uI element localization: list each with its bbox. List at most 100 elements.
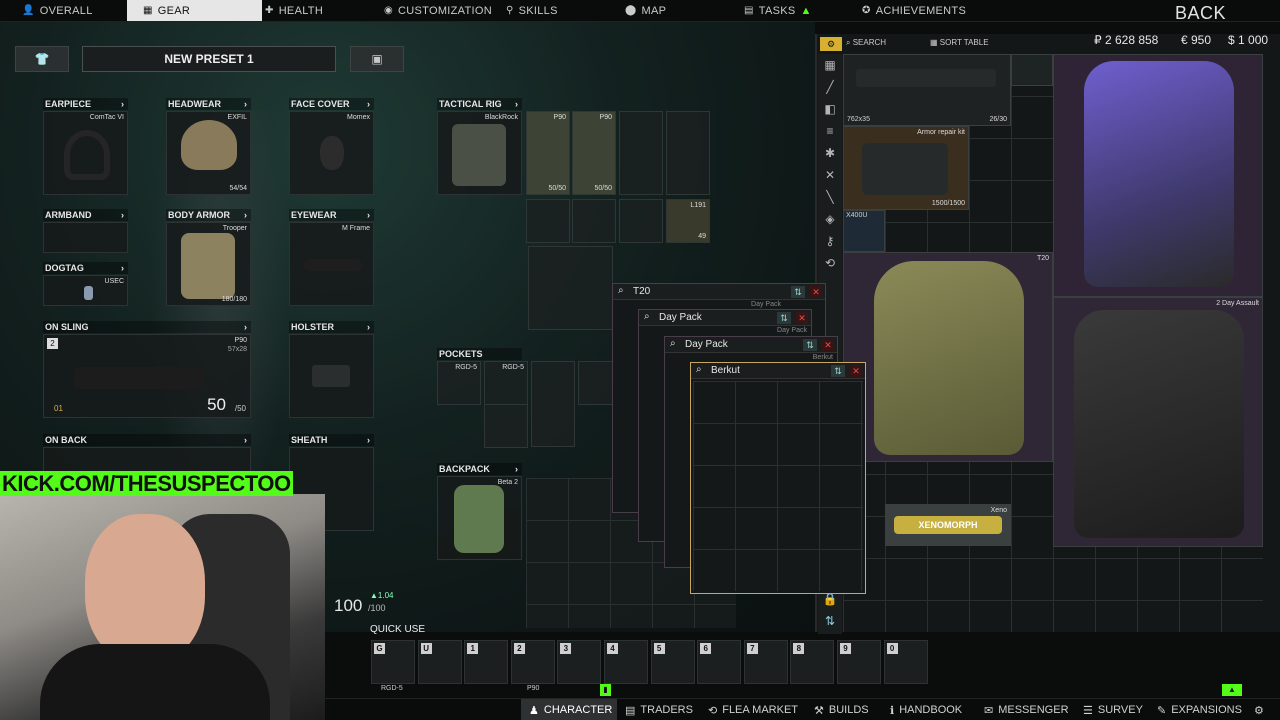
sort-button[interactable]: ⇅ xyxy=(777,312,791,324)
stash-item-armor-repair-kit[interactable]: Armor repair kit 1500/1500 xyxy=(843,126,969,210)
rig-item-p90-mag[interactable]: P90 50/50 xyxy=(526,111,570,195)
nav-builds[interactable]: ⚒ BUILDS xyxy=(814,699,869,720)
tab-gear[interactable]: ▦ GEAR xyxy=(127,0,262,21)
rig-cell[interactable] xyxy=(572,199,616,243)
chevron-right-icon[interactable]: › xyxy=(244,321,247,333)
close-button[interactable]: ✕ xyxy=(796,312,808,324)
sort-button[interactable]: ⇅ xyxy=(803,339,817,351)
knife-icon[interactable]: ╲ xyxy=(821,188,839,206)
chevron-right-icon[interactable]: › xyxy=(515,463,518,475)
nav-expansions[interactable]: ✎ EXPANSIONS xyxy=(1157,699,1242,720)
container-window-berkut[interactable]: ⌕ Berkut ⇅ ✕ xyxy=(690,362,866,594)
stash-item-2-day-assault[interactable]: 2 Day Assault xyxy=(1053,297,1263,547)
chevron-right-icon[interactable]: › xyxy=(121,98,124,110)
quick-slot[interactable]: 5 xyxy=(650,640,695,684)
quick-slot[interactable]: 9 xyxy=(837,640,881,684)
pocket-item-rgd5[interactable]: RGD-5 xyxy=(437,361,481,405)
pocket-item-rgd5[interactable]: RGD-5 xyxy=(484,361,528,405)
gear-item-icon[interactable]: ◧ xyxy=(821,100,839,118)
tab-achievements[interactable]: ✪ ACHIEVEMENTS xyxy=(862,0,972,21)
quick-slot[interactable]: U xyxy=(417,640,462,684)
close-button[interactable]: ✕ xyxy=(810,286,822,298)
back-button[interactable]: BACK xyxy=(1175,3,1226,24)
backpack-slot[interactable]: Beta 2 xyxy=(437,476,522,560)
armband-slot[interactable] xyxy=(43,222,128,253)
quick-slot[interactable]: 0 xyxy=(883,640,928,684)
quick-slot[interactable]: 4 xyxy=(604,640,648,684)
chevron-right-icon[interactable]: › xyxy=(244,434,247,446)
stash-item-backpack-purple[interactable] xyxy=(1053,54,1263,297)
quick-slot[interactable]: 8 xyxy=(790,640,835,684)
outfit-button[interactable]: 👕 xyxy=(15,46,69,72)
medical-icon[interactable]: ✱ xyxy=(821,144,839,162)
notification-icon[interactable]: ▲ xyxy=(1222,684,1242,696)
on-sling-slot[interactable]: 2 P90 57x28 01 50 /50 xyxy=(43,334,251,418)
quick-slot[interactable]: 2 xyxy=(510,640,555,684)
tab-health[interactable]: ✚ HEALTH xyxy=(265,0,345,21)
chevron-right-icon[interactable]: › xyxy=(367,209,370,221)
rig-cell[interactable] xyxy=(666,111,710,195)
quick-slot[interactable]: G xyxy=(371,640,415,684)
filter-icon[interactable]: ⚙ xyxy=(820,37,842,51)
tab-overall[interactable]: 👤 OVERALL xyxy=(22,0,112,21)
barter-icon[interactable]: ⟲ xyxy=(821,254,839,272)
nav-messenger[interactable]: ✉ MESSENGER xyxy=(984,699,1069,720)
chevron-right-icon[interactable]: › xyxy=(121,209,124,221)
quick-slot[interactable]: 1 xyxy=(464,640,509,684)
nav-handbook[interactable]: ℹ HANDBOOK xyxy=(890,699,962,720)
chevron-right-icon[interactable]: › xyxy=(244,209,247,221)
window-header[interactable]: ⌕ Berkut ⇅ ✕ xyxy=(691,363,865,379)
close-button[interactable]: ✕ xyxy=(822,339,834,351)
nav-survey[interactable]: ☰ SURVEY xyxy=(1083,699,1143,720)
ammo-icon[interactable]: ≡ xyxy=(821,122,839,140)
window-header[interactable]: ⌕ Day Pack ⇅ ✕ xyxy=(665,337,837,353)
sort-button[interactable]: ⇅ xyxy=(791,286,805,298)
dogtag-slot[interactable]: USEC xyxy=(43,275,128,306)
sort-button[interactable]: ⇅ xyxy=(831,365,845,377)
chevron-right-icon[interactable]: › xyxy=(244,98,247,110)
headwear-slot[interactable]: EXFIL 54/54 xyxy=(166,111,251,195)
sort-arrows-icon[interactable]: ⇅ xyxy=(821,612,839,630)
quick-slot[interactable]: 3 xyxy=(557,640,602,684)
tab-customization[interactable]: ◉ CUSTOMIZATION xyxy=(384,0,494,21)
body-armor-slot[interactable]: Trooper 180/180 xyxy=(166,222,251,306)
chevron-right-icon[interactable]: › xyxy=(515,98,518,110)
chevron-right-icon[interactable]: › xyxy=(367,321,370,333)
tactical-rig-slot[interactable]: BlackRock xyxy=(437,111,522,195)
rig-cell[interactable] xyxy=(528,246,613,330)
close-button[interactable]: ✕ xyxy=(850,365,862,377)
berkut-grid[interactable] xyxy=(693,381,863,591)
rig-cell[interactable] xyxy=(619,199,663,243)
nav-character[interactable]: ♟ CHARACTER xyxy=(521,699,617,720)
rig-item-p90-mag[interactable]: P90 50/50 xyxy=(572,111,616,195)
window-header[interactable]: ⌕ T20 ⇅ ✕ xyxy=(613,284,825,300)
tools-icon[interactable]: ✕ xyxy=(821,166,839,184)
earpiece-slot[interactable]: ComTac VI xyxy=(43,111,128,195)
chevron-right-icon[interactable]: › xyxy=(367,434,370,446)
stash-item-small[interactable] xyxy=(1011,54,1053,86)
preset-name[interactable]: NEW PRESET 1 xyxy=(82,46,336,72)
save-preset-button[interactable]: ▣ xyxy=(350,46,404,72)
rig-item-l191[interactable]: L191 49 xyxy=(666,199,710,243)
nav-flea-market[interactable]: ⟲ FLEA MARKET xyxy=(708,699,798,720)
stash-search-button[interactable]: ⌕ SEARCH xyxy=(846,38,886,48)
all-items-icon[interactable]: ▦ xyxy=(821,56,839,74)
settings-button[interactable]: ⚙ xyxy=(1254,699,1264,720)
window-header[interactable]: ⌕ Day Pack ⇅ ✕ xyxy=(639,310,811,326)
pocket-cell[interactable] xyxy=(484,404,528,448)
rig-cell[interactable] xyxy=(526,199,570,243)
quick-slot[interactable]: 7 xyxy=(743,640,788,684)
holster-slot[interactable] xyxy=(289,334,374,418)
mods-icon[interactable]: ◈ xyxy=(821,210,839,228)
rig-cell[interactable] xyxy=(619,111,663,195)
eyewear-slot[interactable]: M Frame xyxy=(289,222,374,306)
quick-slot[interactable]: 6 xyxy=(697,640,742,684)
weapon-icon[interactable]: ╱ xyxy=(821,78,839,96)
notification-icon[interactable]: ▮ xyxy=(600,684,611,696)
stash-item-rifle[interactable]: 762x35 26/30 xyxy=(843,54,1011,126)
chevron-right-icon[interactable]: › xyxy=(367,98,370,110)
chevron-right-icon[interactable]: › xyxy=(121,262,124,274)
tab-tasks[interactable]: ▤ TASKS ▲ xyxy=(744,0,824,21)
nav-traders[interactable]: ▤ TRADERS xyxy=(625,699,693,720)
key-icon[interactable]: ⚷ xyxy=(821,232,839,250)
